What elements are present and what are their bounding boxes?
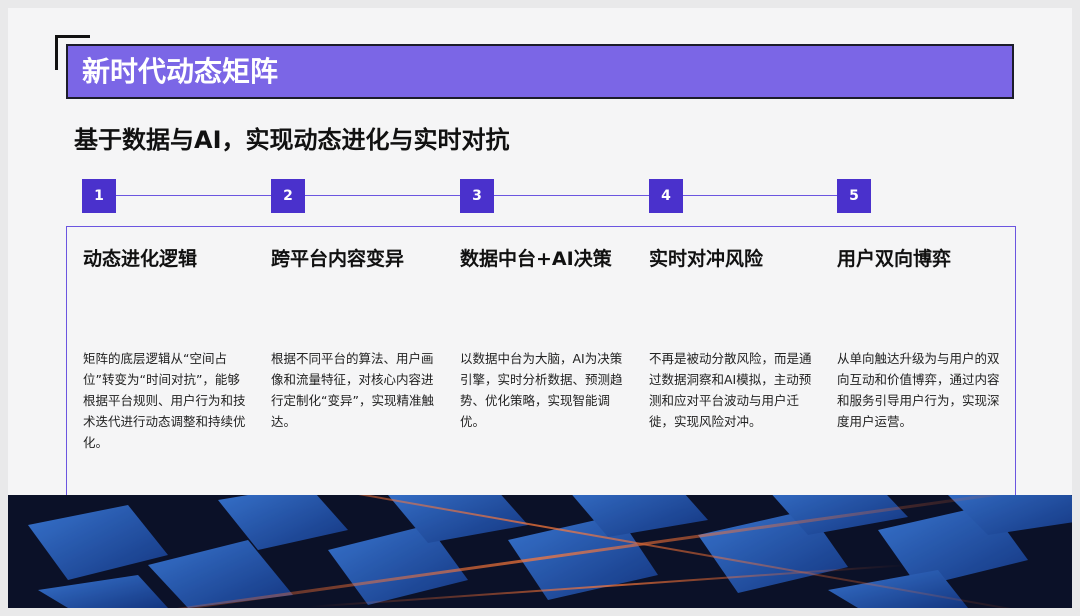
slide-title: 新时代动态矩阵: [66, 44, 1014, 99]
step-number-3: 3: [460, 179, 494, 213]
decorative-banner-image: [8, 495, 1072, 608]
step-description: 矩阵的底层逻辑从“空间占位”转变为“时间对抗”，能够根据平台规则、用户行为和技术…: [83, 351, 246, 450]
step-title: 实时对冲风险: [649, 248, 764, 270]
step-description: 根据不同平台的算法、用户画像和流量特征，对核心内容进行定制化“变异”，实现精准触…: [271, 351, 434, 429]
step-number-4: 4: [649, 179, 683, 213]
step-title: 动态进化逻辑: [83, 248, 198, 270]
step-number-1: 1: [82, 179, 116, 213]
slide: 新时代动态矩阵 基于数据与AI，实现动态进化与实时对抗 1 2 3 4 5 动态…: [8, 8, 1072, 608]
slide-subtitle: 基于数据与AI，实现动态进化与实时对抗: [74, 126, 510, 154]
step-title: 跨平台内容变异: [271, 248, 405, 270]
step-column-4: 实时对冲风险 不再是被动分散风险，而是通过数据洞察和AI模拟，主动预测和应对平台…: [649, 244, 814, 429]
step-number-2: 2: [271, 179, 305, 213]
step-column-1: 动态进化逻辑 矩阵的底层逻辑从“空间占位”转变为“时间对抗”，能够根据平台规则、…: [83, 244, 248, 450]
step-title: 数据中台+AI决策: [460, 248, 612, 270]
step-column-5: 用户双向博弈 从单向触达升级为与用户的双向互动和价值博弈，通过内容和服务引导用户…: [837, 244, 1002, 429]
step-description: 以数据中台为大脑，AI为决策引擎，实时分析数据、预测趋势、优化策略，实现智能调优…: [460, 351, 623, 429]
step-description: 从单向触达升级为与用户的双向互动和价值博弈，通过内容和服务引导用户行为，实现深度…: [837, 351, 1000, 429]
step-number-5: 5: [837, 179, 871, 213]
step-column-2: 跨平台内容变异 根据不同平台的算法、用户画像和流量特征，对核心内容进行定制化“变…: [271, 244, 436, 429]
step-column-3: 数据中台+AI决策 以数据中台为大脑，AI为决策引擎，实时分析数据、预测趋势、优…: [460, 244, 625, 429]
tile-grid-graphic: [8, 495, 1072, 608]
step-title: 用户双向博弈: [837, 248, 952, 270]
step-description: 不再是被动分散风险，而是通过数据洞察和AI模拟，主动预测和应对平台波动与用户迁徙…: [649, 351, 812, 429]
